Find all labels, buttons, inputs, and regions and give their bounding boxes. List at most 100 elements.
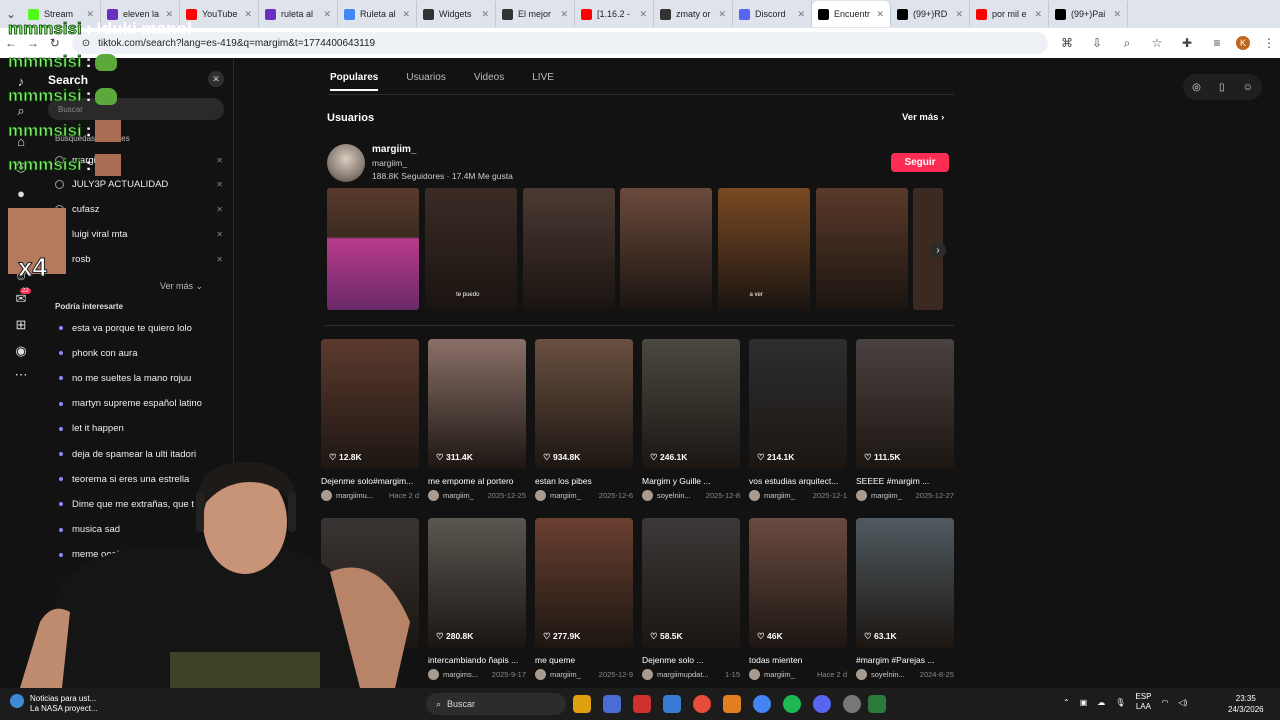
suggestion-item[interactable]: martyn supreme español latino	[59, 396, 229, 412]
close-icon[interactable]: ✕	[208, 71, 224, 87]
bookmark-star-icon[interactable]: ☆	[1146, 32, 1168, 54]
onedrive-icon[interactable]: ☁	[1097, 698, 1105, 707]
remove-icon[interactable]: ✕	[216, 156, 223, 165]
tab-live[interactable]: LIVE	[532, 72, 554, 91]
file-explorer-icon[interactable]	[573, 695, 591, 713]
tab-close-icon[interactable]: ✕	[1034, 9, 1042, 20]
taskbar-search[interactable]: ⌕ Buscar	[426, 693, 566, 715]
recent-search-item[interactable]: cufasz ✕	[55, 200, 223, 218]
video-author[interactable]: margiim_	[443, 491, 474, 500]
video-card[interactable]: ♡ 63.1K #margim #Parejas ... soyelnin... 20…	[856, 518, 954, 680]
more-icon[interactable]: ⋯	[12, 366, 30, 384]
video-title[interactable]: estan los pibes	[535, 476, 633, 486]
user-video-thumbnail[interactable]	[522, 188, 615, 310]
video-author[interactable]: margiim_	[764, 491, 795, 500]
remove-icon[interactable]: ✕	[216, 255, 223, 264]
video-author[interactable]: margiim_	[550, 491, 581, 500]
video-thumbnail[interactable]: ♡ 934.8K	[535, 339, 633, 469]
remove-icon[interactable]: ✕	[216, 180, 223, 189]
copilot-icon[interactable]	[603, 695, 621, 713]
video-card[interactable]: ♡ 111.5K SEEEE #margim ... margiim_ 2025-12…	[856, 339, 954, 501]
tab-videos[interactable]: Videos	[474, 72, 504, 91]
video-title[interactable]: todas mienten	[749, 655, 847, 665]
profile-icon[interactable]: ◉	[12, 342, 30, 360]
chevron-up-icon[interactable]: ⌃	[1063, 698, 1070, 707]
browser-tab[interactable]: (99+)Pai ✕	[1049, 1, 1128, 27]
zoom-icon[interactable]: ⌕	[1116, 32, 1138, 54]
video-title[interactable]: #margim #Parejas ...	[856, 655, 954, 665]
browser-tab[interactable]: Widgets ✕	[417, 1, 496, 27]
video-thumbnail[interactable]: ♡ 277.9K	[535, 518, 633, 648]
see-more-users-link[interactable]: Ver más ›	[902, 112, 944, 123]
video-thumbnail[interactable]: ♡ 63.1K	[856, 518, 954, 648]
browser-tab[interactable]: (99+)RD ✕	[891, 1, 970, 27]
install-icon[interactable]: ⇩	[1086, 32, 1108, 54]
app-icon[interactable]	[868, 695, 886, 713]
video-thumbnail[interactable]: ♡ 214.1K	[749, 339, 847, 469]
chrome-icon[interactable]	[693, 695, 711, 713]
suggestion-item[interactable]: no me sueltes la mano rojuu	[59, 370, 229, 386]
discord-icon[interactable]	[813, 695, 831, 713]
video-card[interactable]: ♡ 311.4K me empome al portero margiim_ 2025…	[428, 339, 526, 501]
video-title[interactable]: me empome al portero	[428, 476, 526, 486]
video-author[interactable]: margiim_	[764, 670, 795, 679]
wifi-icon[interactable]: ◠	[1161, 698, 1168, 707]
follow-button[interactable]: Seguir	[891, 153, 949, 172]
tab-close-icon[interactable]: ✕	[955, 9, 963, 20]
video-card[interactable]: ♡ 58.5K Dejenme solo ... margiimupdat... 1-…	[642, 518, 740, 680]
suggestion-item[interactable]: let it happen	[59, 421, 229, 437]
browser-tab[interactable]: Discord ✕	[733, 1, 812, 27]
tab-close-icon[interactable]: ✕	[244, 9, 252, 20]
tab-close-icon[interactable]: ✕	[1113, 9, 1121, 20]
browser-tab[interactable]: zmaty or ✕	[654, 1, 733, 27]
spotify-icon[interactable]	[783, 695, 801, 713]
video-title[interactable]: vos estudias arquitect...	[749, 476, 847, 486]
video-author[interactable]: soyelnin...	[871, 670, 905, 679]
app-icon[interactable]	[723, 695, 741, 713]
compass-icon[interactable]: ◎	[1192, 82, 1201, 93]
video-card[interactable]: ♡ 277.9K me queme margiim_ 2025-12-9	[535, 518, 633, 680]
tab-close-icon[interactable]: ✕	[876, 9, 884, 20]
volume-icon[interactable]: ◁)	[1178, 698, 1187, 707]
video-thumbnail[interactable]: ♡ 111.5K	[856, 339, 954, 469]
video-thumbnail[interactable]: ♡ 12.8K	[321, 339, 419, 469]
language-indicator[interactable]: ESP LAA	[1135, 692, 1151, 712]
video-thumbnail[interactable]: ♡ 280.8K	[428, 518, 526, 648]
video-thumbnail[interactable]: ♡ 246.1K	[642, 339, 740, 469]
user-video-thumbnail[interactable]	[620, 188, 713, 310]
browser-tab[interactable]: ruleta al ✕	[259, 1, 338, 27]
tray-app-icon[interactable]: ▣	[1080, 698, 1088, 707]
video-thumbnail[interactable]: ♡ 58.5K	[642, 518, 740, 648]
user-avatar-icon[interactable]: ☺	[1243, 82, 1253, 93]
remove-icon[interactable]: ✕	[216, 205, 223, 214]
video-author[interactable]: margims...	[443, 670, 478, 679]
red-app-icon[interactable]	[633, 695, 651, 713]
video-card[interactable]: ♡ 46K todas mienten margiim_ Hace 2 d	[749, 518, 847, 680]
tab-close-icon[interactable]: ✕	[402, 9, 410, 20]
upload-icon[interactable]: ⊞	[12, 316, 30, 334]
steam-icon[interactable]	[843, 695, 861, 713]
video-thumbnail[interactable]: ♡ 46K	[749, 518, 847, 648]
video-card[interactable]: ♡ 246.1K Margim y Guille ... soyelnin... 20…	[642, 339, 740, 501]
video-author[interactable]: margiim_	[550, 670, 581, 679]
video-title[interactable]: intercambiando ñapis ...	[428, 655, 526, 665]
translate-icon[interactable]: ⌘	[1056, 32, 1078, 54]
tab-populares[interactable]: Populares	[330, 72, 379, 91]
suggestion-item[interactable]: phonk con aura	[59, 345, 229, 361]
video-title[interactable]: SEEEE #margim ...	[856, 476, 954, 486]
browser-tab[interactable]: [1.16.2 - ✕	[575, 1, 654, 27]
news-widget[interactable]: Noticias para ust... La NASA proyect...	[10, 694, 98, 714]
store-icon[interactable]	[663, 695, 681, 713]
video-author[interactable]: margiim_	[871, 491, 902, 500]
video-author[interactable]: margiimupdat...	[657, 670, 709, 679]
tab-usuarios[interactable]: Usuarios	[406, 72, 445, 91]
video-card[interactable]: ♡ 280.8K intercambiando ñapis ... margims.…	[428, 518, 526, 680]
tab-close-icon[interactable]: ✕	[560, 9, 568, 20]
user-name[interactable]: margiim_	[372, 144, 416, 155]
recent-search-item[interactable]: luigi viral mta ✕	[55, 225, 223, 243]
reading-list-icon[interactable]: ≡	[1206, 32, 1228, 54]
clock[interactable]: 23:35 24/3/2026	[1228, 693, 1264, 715]
user-video-thumbnail[interactable]	[327, 188, 419, 310]
profile-avatar[interactable]: K	[1236, 36, 1251, 50]
recent-search-item[interactable]: rosb ✕	[55, 250, 223, 268]
